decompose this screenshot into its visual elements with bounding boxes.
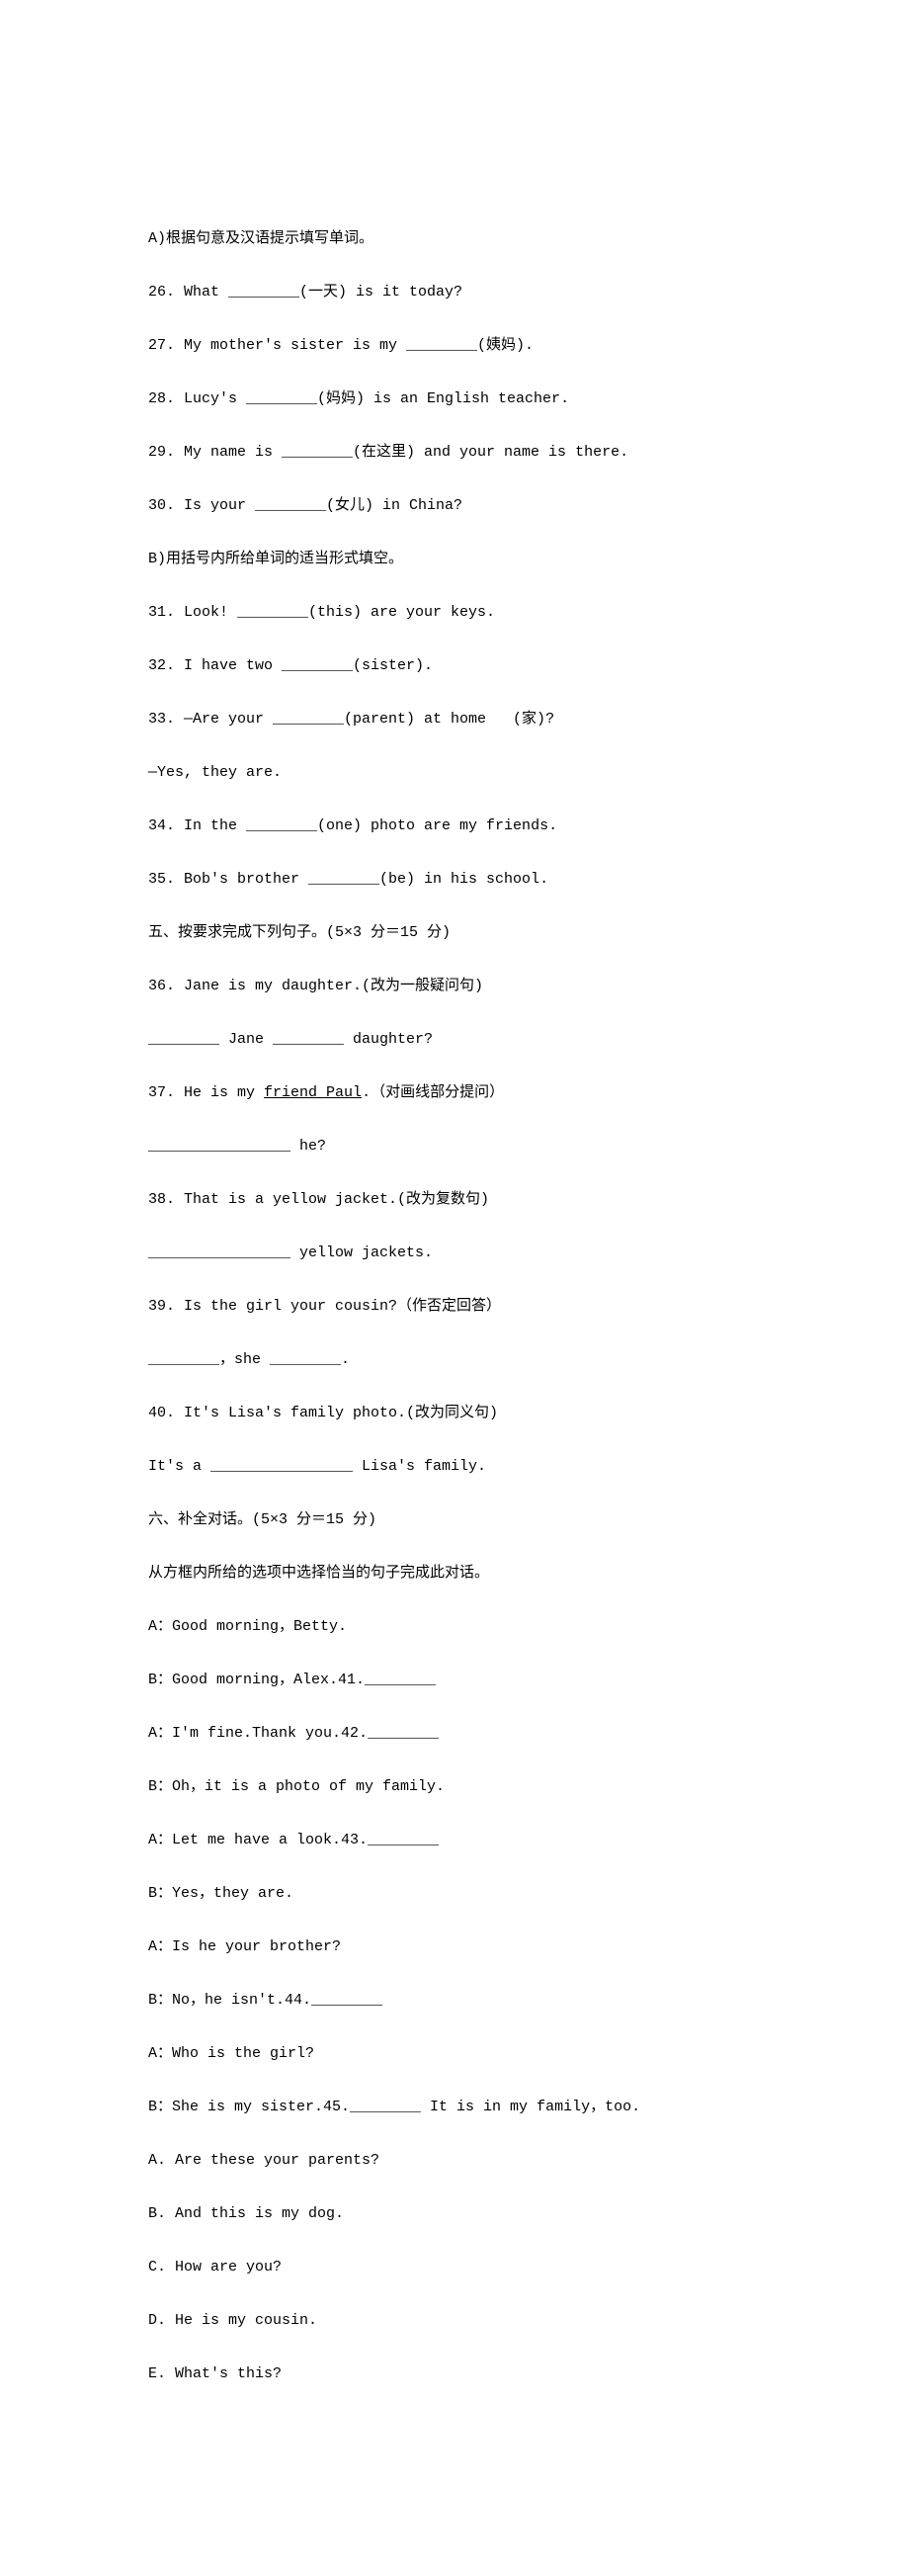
- question-39-blank: ________，she ________.: [148, 1346, 761, 1373]
- dialogue-line: B：Good morning，Alex.41.________: [148, 1667, 761, 1693]
- option-a: A. Are these your parents?: [148, 2147, 761, 2174]
- option-b: B. And this is my dog.: [148, 2200, 761, 2227]
- dialogue-line: A：Let me have a look.43.________: [148, 1827, 761, 1853]
- question-33: 33. —Are your ________(parent) at home (…: [148, 706, 761, 732]
- question-37: 37. He is my friend Paul.（对画线部分提问）: [148, 1079, 761, 1106]
- question-30: 30. Is your ________(女儿) in China?: [148, 492, 761, 519]
- section-6-instruction: 从方框内所给的选项中选择恰当的句子完成此对话。: [148, 1560, 761, 1587]
- question-27: 27. My mother's sister is my ________(姨妈…: [148, 332, 761, 359]
- question-40-blank: It's a ________________ Lisa's family.: [148, 1453, 761, 1480]
- dialogue-line: B：Oh，it is a photo of my family.: [148, 1773, 761, 1800]
- dialogue-line: A：I'm fine.Thank you.42.________: [148, 1720, 761, 1747]
- question-33-answer: —Yes, they are.: [148, 759, 761, 786]
- section-b-heading: B)用括号内所给单词的适当形式填空。: [148, 546, 761, 572]
- dialogue-line: A：Is he your brother?: [148, 1933, 761, 1960]
- question-37-blank: ________________ he?: [148, 1133, 761, 1159]
- question-32: 32. I have two ________(sister).: [148, 652, 761, 679]
- question-28: 28. Lucy's ________(妈妈) is an English te…: [148, 386, 761, 412]
- question-37-prefix: 37. He is my: [148, 1084, 264, 1101]
- question-40: 40. It's Lisa's family photo.(改为同义句): [148, 1400, 761, 1426]
- dialogue-line: A：Good morning，Betty.: [148, 1613, 761, 1640]
- option-c: C. How are you?: [148, 2254, 761, 2280]
- question-36: 36. Jane is my daughter.(改为一般疑问句): [148, 973, 761, 999]
- option-d: D. He is my cousin.: [148, 2307, 761, 2334]
- question-36-blank: ________ Jane ________ daughter?: [148, 1026, 761, 1053]
- question-31: 31. Look! ________(this) are your keys.: [148, 599, 761, 626]
- dialogue-line: A：Who is the girl?: [148, 2040, 761, 2067]
- question-38: 38. That is a yellow jacket.(改为复数句): [148, 1186, 761, 1213]
- option-e: E. What's this?: [148, 2361, 761, 2387]
- question-34: 34. In the ________(one) photo are my fr…: [148, 813, 761, 839]
- section-6-heading: 六、补全对话。(5×3 分＝15 分): [148, 1506, 761, 1533]
- question-37-underlined: friend Paul: [264, 1084, 362, 1101]
- dialogue-line: B：Yes，they are.: [148, 1880, 761, 1907]
- question-38-blank: ________________ yellow jackets.: [148, 1240, 761, 1266]
- question-39: 39. Is the girl your cousin?（作否定回答）: [148, 1293, 761, 1320]
- dialogue-line: B：She is my sister.45.________ It is in …: [148, 2094, 761, 2120]
- question-29: 29. My name is ________(在这里) and your na…: [148, 439, 761, 466]
- dialogue-line: B：No，he isn't.44.________: [148, 1987, 761, 2014]
- question-26: 26. What ________(一天) is it today?: [148, 279, 761, 305]
- section-a-heading: A)根据句意及汉语提示填写单词。: [148, 225, 761, 252]
- section-5-heading: 五、按要求完成下列句子。(5×3 分＝15 分): [148, 919, 761, 946]
- question-35: 35. Bob's brother ________(be) in his sc…: [148, 866, 761, 893]
- question-37-suffix: .（对画线部分提问）: [362, 1084, 504, 1101]
